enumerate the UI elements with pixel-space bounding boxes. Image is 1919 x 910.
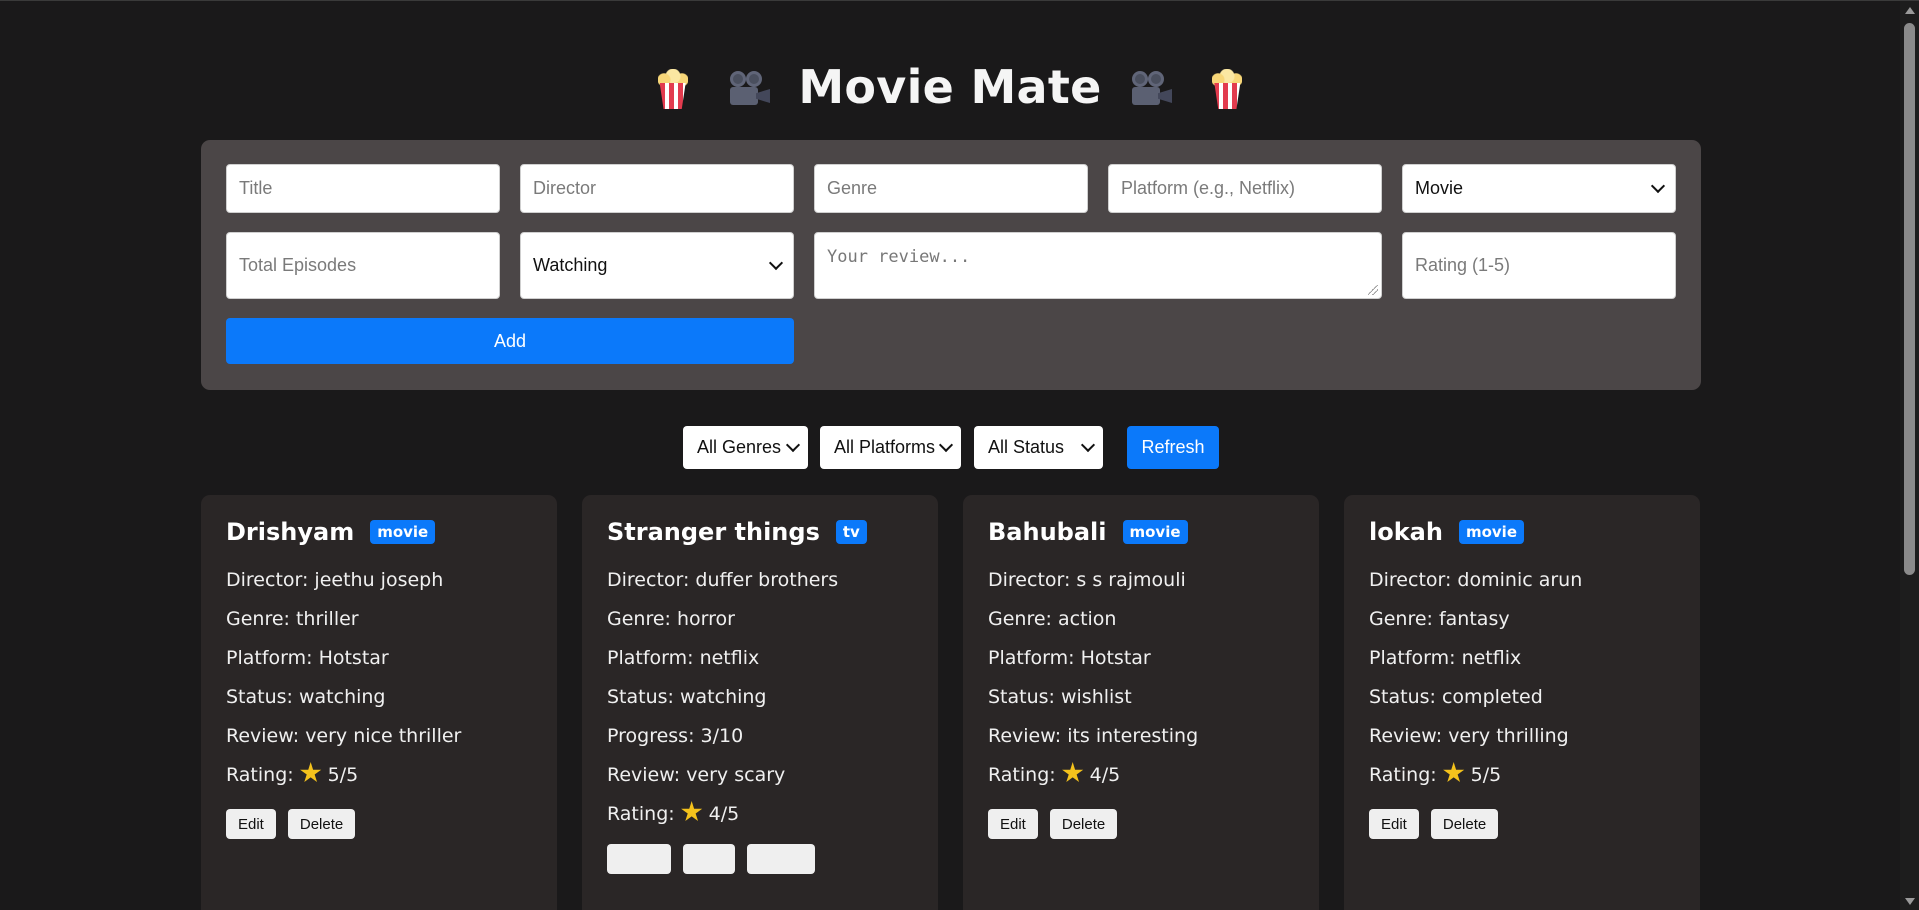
media-card: Stranger things tv Director: duffer brot… bbox=[582, 495, 938, 910]
type-badge: movie bbox=[1122, 520, 1188, 544]
director-input[interactable]: Director bbox=[520, 164, 794, 213]
card-header: Stranger things tv bbox=[607, 517, 913, 547]
platform-filter-value: All Platforms bbox=[834, 437, 936, 457]
rating-label: Rating: bbox=[1369, 764, 1437, 786]
type-select-value: Movie bbox=[1415, 178, 1464, 198]
media-card: Bahubali movie Director: s s rajmouli Ge… bbox=[963, 495, 1319, 910]
genre-filter-select[interactable]: All Genres bbox=[683, 426, 808, 469]
rating-value: 5/5 bbox=[1470, 764, 1502, 786]
media-card: Drishyam movie Director: jeethu joseph G… bbox=[201, 495, 557, 910]
director-placeholder: Director bbox=[533, 178, 597, 198]
add-button[interactable]: Add bbox=[226, 318, 794, 364]
rating-value: 4/5 bbox=[1089, 764, 1121, 786]
type-select[interactable]: Movie bbox=[1402, 164, 1676, 213]
chevron-down-icon bbox=[1650, 178, 1666, 193]
card-title: lokah bbox=[1369, 518, 1443, 546]
delete-button[interactable]: Delete bbox=[287, 809, 356, 839]
rating-label: Rating: bbox=[988, 764, 1056, 786]
rating-placeholder: Rating (1-5) bbox=[1415, 255, 1511, 275]
page-title: Movie Mate bbox=[798, 60, 1102, 114]
type-badge: movie bbox=[1458, 520, 1524, 544]
page: Movie Mate Title Director Genre Platform… bbox=[0, 1, 1900, 910]
card-actions: Edit Delete bbox=[988, 809, 1294, 839]
vertical-scrollbar[interactable] bbox=[1900, 1, 1919, 910]
chevron-down-icon bbox=[785, 437, 801, 452]
movie-camera-icon bbox=[1128, 69, 1174, 109]
status-select[interactable]: Watching bbox=[520, 232, 794, 299]
card-header: Bahubali movie bbox=[988, 517, 1294, 547]
genre-filter-value: All Genres bbox=[697, 437, 782, 457]
platform-filter-select[interactable]: All Platforms bbox=[820, 426, 961, 469]
card-title: Bahubali bbox=[988, 518, 1107, 546]
card-header: Drishyam movie bbox=[226, 517, 532, 547]
delete-button[interactable]: Delete bbox=[1049, 809, 1118, 839]
resize-grip-icon[interactable] bbox=[1368, 285, 1378, 295]
delete-button[interactable]: Delete bbox=[1430, 809, 1499, 839]
edit-button[interactable]: Edit bbox=[988, 809, 1038, 839]
popcorn-icon bbox=[1210, 67, 1244, 109]
type-badge: movie bbox=[370, 520, 436, 544]
add-form: Title Director Genre Platform (e.g., Net… bbox=[201, 140, 1701, 390]
chevron-down-icon bbox=[938, 437, 954, 452]
review-placeholder: Your review... bbox=[827, 247, 971, 267]
refresh-button[interactable]: Refresh bbox=[1127, 426, 1219, 469]
genre-placeholder: Genre bbox=[827, 178, 878, 198]
rating-label: Rating: bbox=[607, 803, 675, 825]
type-badge: tv bbox=[835, 520, 867, 544]
rating-label: Rating: bbox=[226, 764, 294, 786]
platform-placeholder: Platform (e.g., Netflix) bbox=[1121, 178, 1296, 198]
card-header: lokah movie bbox=[1369, 517, 1675, 547]
title-input[interactable]: Title bbox=[226, 164, 500, 213]
star-icon bbox=[1062, 762, 1084, 783]
media-card: lokah movie Director: dominic arun Genre… bbox=[1344, 495, 1700, 910]
edit-button[interactable]: Edit bbox=[1369, 809, 1419, 839]
progress-button[interactable] bbox=[607, 844, 671, 874]
rating-input[interactable]: Rating (1-5) bbox=[1402, 232, 1676, 299]
star-icon bbox=[681, 801, 703, 822]
star-icon bbox=[1443, 762, 1465, 783]
scrollbar-thumb[interactable] bbox=[1904, 23, 1915, 575]
platform-input[interactable]: Platform (e.g., Netflix) bbox=[1108, 164, 1382, 213]
rating-value: 5/5 bbox=[327, 764, 359, 786]
popcorn-icon bbox=[656, 67, 690, 109]
scroll-up-arrow-icon[interactable] bbox=[1905, 7, 1915, 14]
chevron-down-icon bbox=[768, 255, 784, 270]
episodes-placeholder: Total Episodes bbox=[239, 255, 357, 275]
card-actions: Edit Delete bbox=[226, 809, 532, 839]
review-textarea[interactable]: Your review... bbox=[814, 232, 1382, 299]
edit-button[interactable]: Edit bbox=[226, 809, 276, 839]
genre-input[interactable]: Genre bbox=[814, 164, 1088, 213]
status-select-value: Watching bbox=[533, 255, 608, 275]
title-placeholder: Title bbox=[239, 178, 273, 198]
card-title: Stranger things bbox=[607, 518, 820, 546]
card-actions: Edit Delete bbox=[1369, 809, 1675, 839]
edit-button[interactable] bbox=[683, 844, 735, 874]
filter-bar: All Genres All Platforms All Status Refr… bbox=[0, 426, 1900, 469]
app-header: Movie Mate bbox=[0, 57, 1900, 117]
status-filter-value: All Status bbox=[988, 437, 1065, 457]
card-actions bbox=[607, 844, 913, 874]
delete-button[interactable] bbox=[747, 844, 815, 874]
rating-value: 4/5 bbox=[708, 803, 740, 825]
status-filter-select[interactable]: All Status bbox=[974, 426, 1103, 469]
chevron-down-icon bbox=[1080, 437, 1096, 452]
star-icon bbox=[300, 762, 322, 783]
card-title: Drishyam bbox=[226, 518, 355, 546]
movie-camera-icon bbox=[726, 69, 772, 109]
scroll-down-arrow-icon[interactable] bbox=[1905, 898, 1915, 905]
episodes-input[interactable]: Total Episodes bbox=[226, 232, 500, 299]
